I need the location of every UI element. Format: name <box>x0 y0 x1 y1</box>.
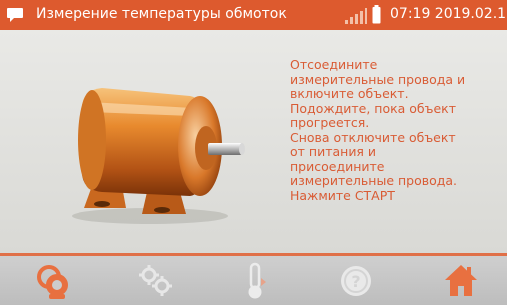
main-panel: Отсоедините измерительные провода и вклю… <box>0 30 507 253</box>
datetime-readout: 07:19 2019.02.11 <box>390 6 507 22</box>
home-button[interactable] <box>405 256 505 305</box>
electric-motor-image <box>72 88 245 224</box>
home-icon <box>445 265 477 296</box>
instructions-text: Отсоедините измерительные провода и вклю… <box>290 57 466 203</box>
chat-back-icon[interactable] <box>6 7 24 23</box>
bottom-nav: ? <box>0 256 507 305</box>
search-measure-icon <box>37 265 68 299</box>
header-bar: Измерение температуры обмоток 07:19 2019… <box>0 0 507 30</box>
svg-text:?: ? <box>351 272 360 291</box>
temperature-button[interactable] <box>205 256 305 305</box>
battery-icon <box>372 5 381 24</box>
help-button[interactable]: ? <box>305 256 405 305</box>
settings-gears-icon <box>139 265 172 296</box>
measure-button[interactable] <box>5 256 105 305</box>
page-title: Измерение температуры обмоток <box>36 6 287 22</box>
thermometer-icon <box>248 262 266 299</box>
device-screen: Измерение температуры обмоток 07:19 2019… <box>0 0 507 305</box>
signal-bars-icon <box>345 8 367 24</box>
settings-button[interactable] <box>105 256 205 305</box>
help-icon: ? <box>341 266 371 296</box>
